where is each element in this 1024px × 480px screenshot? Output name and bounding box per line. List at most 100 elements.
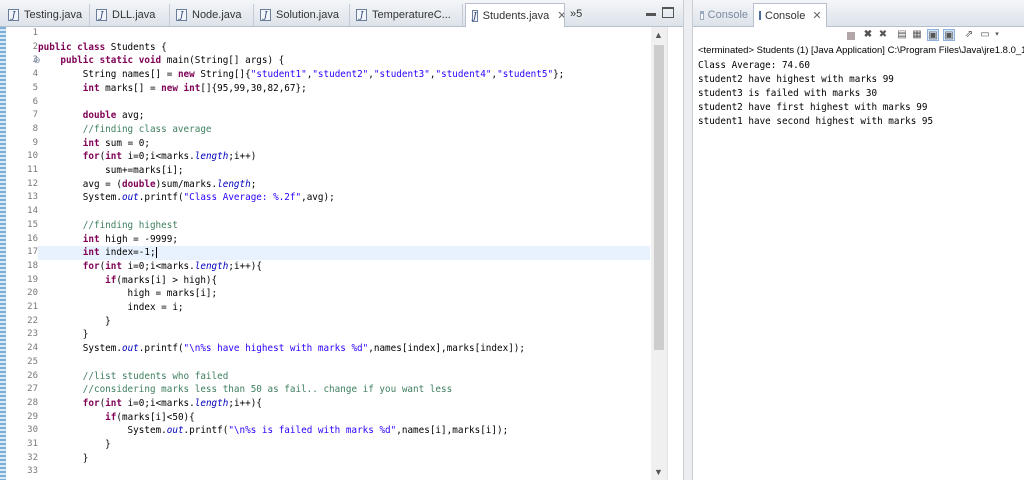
overview-ruler [667, 27, 684, 480]
line-number: 2 [32, 41, 38, 52]
display-selected-console-icon[interactable]: ▭ [979, 29, 991, 41]
code-line[interactable]: public static void main(String[] args) { [38, 54, 284, 68]
code-line[interactable]: for(int i=0;i<marks.length;i++){ [38, 397, 262, 411]
tab-label: TemperatureC... [372, 9, 451, 21]
clear-console-icon[interactable]: ▤ [896, 29, 908, 41]
line-number: 31 [27, 439, 38, 449]
close-icon[interactable]: ✕ [557, 9, 564, 22]
terminate-icon[interactable] [847, 32, 855, 40]
line-number: 7 [32, 110, 38, 121]
code-line[interactable]: for(int i=0;i<marks.length;i++) [38, 150, 257, 164]
minimize-icon[interactable]: ▬ [646, 8, 656, 19]
code-line[interactable]: for(int i=0;i<marks.length;i++){ [38, 260, 262, 274]
line-number: 9 [32, 137, 38, 148]
tab-label: Node.java [192, 9, 242, 21]
line-number: 27 [27, 384, 38, 395]
line-number: 19 [27, 274, 38, 285]
close-icon[interactable]: ✕ [812, 9, 821, 22]
code-line[interactable]: } [38, 328, 89, 342]
pin-console-icon[interactable]: ⇗ [963, 29, 975, 41]
code-line[interactable]: System.out.printf("Class Average: %.2f",… [38, 191, 335, 205]
code-line[interactable]: avg = (double)sum/marks.length; [38, 178, 257, 192]
code-line[interactable]: index = i; [38, 301, 184, 315]
tab-node-java[interactable]: J Node.java [170, 4, 254, 26]
line-number-gutter: 1 2 3 4 5 6 7 8 9 10 11 12 13 14 15 16 17 18 19 20 21 22 23 24 2… [6, 27, 38, 480]
code-line[interactable]: //finding highest [38, 219, 178, 233]
remove-launch-icon[interactable]: ✖ [862, 29, 874, 41]
code-line[interactable]: int sum = 0; [38, 137, 150, 151]
console-pane: Console Console ✕ ✖ ✖ ▤ ▦ ▣ ▣ ⇗ ▭ ▾ <ter… [693, 0, 1024, 480]
code-line[interactable]: if(marks[i] > high){ [38, 274, 217, 288]
line-number: 21 [27, 302, 38, 312]
editor-pane: J Testing.java J DLL.java J Node.java J … [0, 0, 684, 480]
tab-students-java[interactable]: J Students.java ✕ [465, 3, 565, 27]
code-line[interactable]: System.out.printf("\n%s is failed with m… [38, 424, 509, 438]
line-number: 18 [27, 260, 38, 271]
code-line[interactable]: int high = -9999; [38, 233, 178, 247]
editor-tab-bar: J Testing.java J DLL.java J Node.java J … [0, 0, 683, 27]
line-number: 25 [27, 356, 38, 367]
code-line[interactable]: if(marks[i]<50){ [38, 411, 195, 425]
tab-label: Console [707, 9, 748, 21]
show-on-output-icon[interactable]: ▣ [927, 29, 939, 41]
code-line[interactable]: high = marks[i]; [38, 287, 218, 301]
console-output[interactable]: Class Average: 74.60 student2 have highe… [698, 59, 1024, 129]
code-line[interactable]: public class Students { [38, 41, 167, 55]
console-output-line: student2 have first highest with marks 9… [698, 102, 928, 113]
dropdown-arrow-icon[interactable]: ▾ [991, 29, 1003, 41]
line-number: 4 [32, 69, 38, 80]
code-line[interactable]: int marks[] = new int[]{95,99,30,82,67}; [38, 82, 307, 96]
java-file-icon: J [8, 9, 19, 21]
console-output-line: student3 is failed with marks 30 [698, 88, 878, 99]
line-number: 15 [27, 219, 38, 230]
console-tab-bar: Console Console ✕ [693, 0, 1024, 27]
scrollbar-thumb[interactable] [654, 45, 664, 350]
code-line[interactable]: //finding class average [38, 123, 212, 137]
code-line[interactable]: int index=-1; [38, 246, 157, 260]
line-number: 30 [27, 425, 38, 436]
pane-splitter[interactable] [683, 0, 693, 480]
line-number: 29 [27, 411, 38, 422]
java-file-icon: J [96, 9, 107, 21]
line-number: 10 [27, 151, 38, 162]
tab-dll-java[interactable]: J DLL.java [90, 4, 170, 26]
remove-all-launches-icon[interactable]: ✖ [877, 29, 889, 41]
code-editor[interactable]: 1 2 3 4 5 6 7 8 9 10 11 12 13 14 15 16 17 18 19 20 21 22 23 24 2… [0, 27, 684, 480]
console-output-line: student2 have highest with marks 99 [698, 74, 894, 85]
line-number: 23 [27, 329, 38, 340]
tab-testing-java[interactable]: J Testing.java [2, 4, 90, 26]
maximize-icon[interactable] [662, 7, 674, 18]
code-line[interactable]: double avg; [38, 109, 145, 123]
console-output-line: student1 have second highest with marks … [698, 116, 934, 127]
scroll-lock-icon[interactable]: ▦ [911, 29, 923, 41]
line-number: 26 [27, 370, 38, 381]
code-line[interactable]: System.out.printf("\n%s have highest wit… [38, 342, 525, 356]
code-line[interactable]: //list students who failed [38, 370, 229, 384]
vertical-scrollbar[interactable]: ▲ ▼ [651, 27, 667, 480]
line-number: 11 [27, 165, 38, 175]
tab-label: Console [765, 9, 806, 22]
code-line[interactable]: String names[] = new String[]{"student1"… [38, 68, 565, 82]
line-number: 20 [27, 288, 38, 299]
tab-label: Testing.java [24, 9, 83, 21]
tab-temperature-java[interactable]: J TemperatureC... [350, 4, 463, 26]
line-number: 22 [27, 315, 38, 326]
scroll-up-arrow-icon[interactable]: ▲ [654, 30, 663, 40]
show-on-error-icon[interactable]: ▣ [943, 29, 955, 41]
code-line[interactable]: sum+=marks[i]; [38, 164, 183, 178]
tab-console-active[interactable]: Console ✕ [753, 3, 827, 27]
line-number: 17 [27, 247, 38, 258]
code-line[interactable]: } [38, 452, 89, 466]
code-line[interactable]: } [38, 315, 111, 329]
tab-overflow-button[interactable]: »5 [570, 8, 582, 20]
line-number: 6 [32, 96, 38, 107]
tab-console-inactive[interactable]: Console [695, 4, 753, 26]
java-file-icon: J [472, 9, 478, 22]
code-line[interactable]: //considering marks less than 50 as fail… [38, 383, 452, 397]
scroll-down-arrow-icon[interactable]: ▼ [654, 467, 663, 477]
tab-solution-java[interactable]: J Solution.java [254, 4, 350, 26]
code-line[interactable]: } [38, 438, 111, 452]
console-icon [700, 10, 704, 20]
line-number: 16 [27, 233, 38, 244]
line-number: 14 [27, 206, 38, 217]
